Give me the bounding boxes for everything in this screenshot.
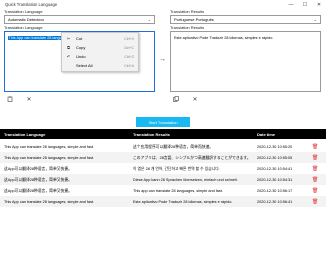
source-language-select[interactable]: Automatic Detection ⌄ [4, 15, 155, 24]
close-icon: ✕ [192, 96, 198, 103]
translate-arrow-icon: → [159, 56, 166, 63]
table-row[interactable]: This App can translate 28 languages, sim… [0, 196, 326, 207]
column-header-datetime: Date time [257, 132, 276, 137]
chevron-down-icon: ⌄ [147, 17, 151, 22]
column-header-results: Translation Results [133, 132, 170, 137]
maximize-button[interactable]: ☐ [298, 0, 312, 9]
paste-icon [7, 96, 13, 102]
result-text: Este aplicativo Pode Traduzir 28 idiomas… [174, 36, 274, 40]
app-title: Quick Translation Language [5, 2, 58, 7]
result-language-value: Portuguese Português [174, 17, 214, 22]
copy-result-button[interactable] [172, 95, 180, 103]
start-translation-button[interactable]: Start Translation [136, 117, 190, 127]
context-menu-select-all[interactable]: Select All Ctrl+A [62, 61, 138, 70]
trash-icon[interactable]: 🗑 [312, 155, 318, 161]
table-row[interactable]: This App can translate 28 languages, sim… [0, 152, 326, 163]
column-header-language: Translation Language [4, 132, 46, 137]
title-bar: Quick Translation Language — ☐ ✕ [0, 0, 326, 9]
history-table-header: Translation Language Translation Results… [0, 129, 326, 139]
trash-icon[interactable]: 🗑 [312, 166, 318, 172]
context-menu: ✂ Cut Ctrl+X ⧉ Copy Ctrl+C ↶ Undo Ctrl+Z… [61, 32, 139, 72]
source-text-label: Translation Language [4, 25, 43, 30]
trash-icon[interactable]: 🗑 [312, 144, 318, 150]
result-text-label: Translation Results [170, 25, 205, 30]
source-language-value: Automatic Detection [8, 17, 44, 22]
undo-icon: ↶ [66, 54, 71, 59]
copy-icon [173, 96, 179, 102]
chevron-down-icon: ⌄ [313, 17, 317, 22]
context-menu-undo[interactable]: ↶ Undo Ctrl+Z [62, 52, 138, 61]
result-text-output[interactable]: Este aplicativo Pode Traduzir 28 idiomas… [170, 31, 321, 92]
copy-icon: ⧉ [67, 45, 70, 50]
context-menu-copy[interactable]: ⧉ Copy Ctrl+C [62, 43, 138, 52]
result-language-label: Translation Results [170, 9, 205, 14]
source-language-label: Translation Language [4, 9, 43, 14]
table-row[interactable]: 这App可以翻译28种语言，简单又快捷。 Diese App kann 28 S… [0, 174, 326, 185]
result-language-select[interactable]: Portuguese Português ⌄ [170, 15, 321, 24]
cut-icon: ✂ [66, 36, 71, 41]
trash-icon[interactable]: 🗑 [312, 188, 318, 194]
table-row[interactable]: 这App可以翻译28种语言，简单又快捷。 This app can transl… [0, 185, 326, 196]
table-row[interactable]: 这App可以翻译28种语言，简单又快捷。 이 앱은 28 개 언어, 간단하고 … [0, 163, 326, 174]
close-icon: ✕ [26, 96, 32, 103]
minimize-button[interactable]: — [284, 0, 298, 9]
trash-icon[interactable]: 🗑 [312, 199, 318, 205]
table-row[interactable]: This App can translate 28 languages, sim… [0, 141, 326, 152]
trash-icon[interactable]: 🗑 [312, 177, 318, 183]
paste-button[interactable] [6, 95, 14, 103]
clear-result-button[interactable]: ✕ [191, 95, 199, 103]
context-menu-cut[interactable]: ✂ Cut Ctrl+X [62, 34, 138, 43]
close-button[interactable]: ✕ [312, 0, 326, 9]
clear-source-button[interactable]: ✕ [25, 95, 33, 103]
